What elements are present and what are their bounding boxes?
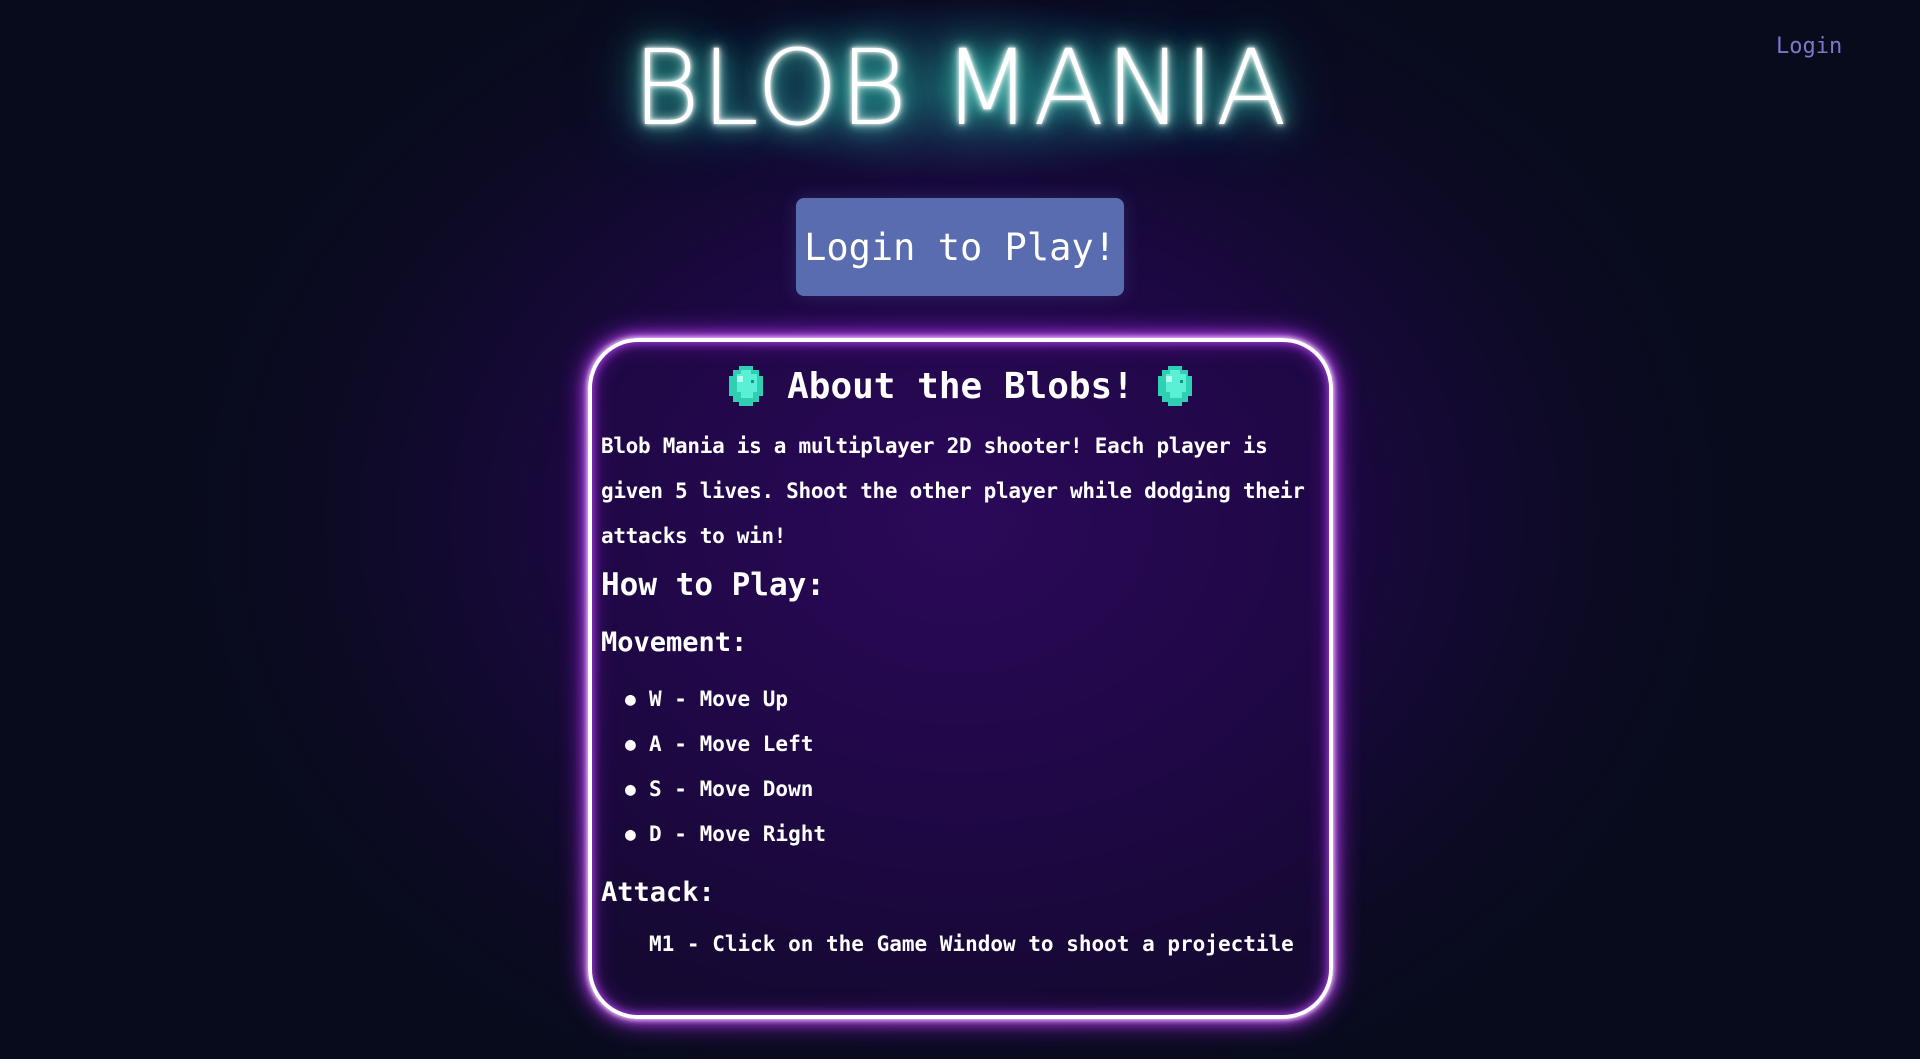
list-item: ● D - Move Right [625,822,827,846]
blob-icon [727,364,765,408]
list-item: ● A - Move Left [625,732,814,756]
page-title: BLOB MANIA [632,27,1288,149]
list-item: ● W - Move Up [625,687,789,711]
about-card: About the Blobs! Blob Mania is a multipl… [588,338,1333,1019]
about-heading: About the Blobs! [592,364,1329,408]
attack-heading: Attack: [601,877,715,908]
blob-icon [1156,364,1194,408]
list-item: ● S - Move Down [625,777,814,801]
movement-list: ● W - Move Up ● A - Move Left ● S - Move Do… [601,677,1331,857]
attack-text: M1 - Click on the Game Window to shoot a… [649,932,1294,956]
how-to-play-heading: How to Play: [601,567,825,603]
movement-heading: Movement: [601,627,748,658]
login-to-play-button[interactable]: Login to Play! [796,198,1124,296]
about-body: Blob Mania is a multiplayer 2D shooter! … [601,424,1331,959]
about-heading-text: About the Blobs! [787,365,1134,407]
intro-text: Blob Mania is a multiplayer 2D shooter! … [601,434,1305,548]
